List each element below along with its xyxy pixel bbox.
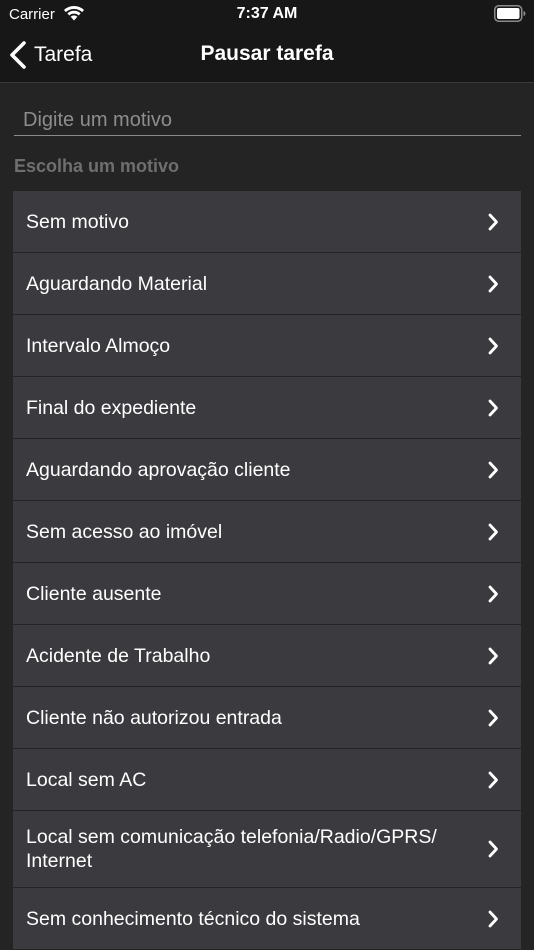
reason-input-container bbox=[14, 106, 521, 136]
list-item-label: Final do expediente bbox=[26, 396, 197, 419]
list-item[interactable]: Local sem comunicação telefonia/Radio/GP… bbox=[13, 811, 521, 887]
reason-input[interactable] bbox=[14, 106, 521, 135]
list-item[interactable]: Sem acesso ao imóvel bbox=[13, 501, 521, 562]
list-item-label: Cliente ausente bbox=[26, 582, 162, 605]
page-title: Pausar tarefa bbox=[200, 42, 334, 65]
chevron-right-icon bbox=[488, 213, 498, 230]
list-item-label: Sem motivo bbox=[26, 210, 129, 233]
list-item-label: Sem conhecimento técnico do sistema bbox=[26, 907, 360, 930]
chevron-right-icon bbox=[488, 910, 498, 927]
list-item-label: Aguardando aprovação cliente bbox=[26, 458, 291, 481]
chevron-right-icon bbox=[488, 647, 498, 664]
chevron-right-icon bbox=[488, 771, 498, 788]
list-item[interactable]: Acidente de Trabalho bbox=[13, 625, 521, 686]
list-item[interactable]: Local sem AC bbox=[13, 749, 521, 810]
reason-list: Sem motivo Aguardando Material Intervalo… bbox=[13, 191, 521, 950]
list-item[interactable]: Aguardando Material bbox=[13, 253, 521, 314]
list-item-label: Cliente não autorizou entrada bbox=[26, 706, 282, 729]
list-item[interactable]: Sem conhecimento técnico do sistema bbox=[13, 888, 521, 949]
section-header: Escolha um motivo bbox=[14, 156, 180, 176]
battery-icon bbox=[494, 5, 526, 22]
chevron-right-icon bbox=[488, 840, 498, 858]
list-item-label: Aguardando Material bbox=[26, 272, 208, 295]
status-bar: Carrier 7:37 AM bbox=[0, 0, 534, 28]
list-item-label: Local sem comunicação telefonia/Radio/GP… bbox=[26, 826, 437, 872]
list-item[interactable]: Cliente ausente bbox=[13, 563, 521, 624]
list-item[interactable]: Sem motivo bbox=[13, 191, 521, 252]
list-item[interactable]: Cliente não autorizou entrada bbox=[13, 687, 521, 748]
chevron-right-icon bbox=[488, 399, 498, 416]
chevron-right-icon bbox=[488, 275, 498, 292]
list-item-label: Sem acesso ao imóvel bbox=[26, 520, 223, 543]
status-time: 7:37 AM bbox=[236, 5, 298, 22]
list-item-label: Intervalo Almoço bbox=[26, 334, 171, 357]
chevron-right-icon bbox=[488, 585, 498, 602]
list-item[interactable]: Aguardando aprovação cliente bbox=[13, 439, 521, 500]
chevron-right-icon bbox=[488, 523, 498, 540]
list-item-label: Acidente de Trabalho bbox=[26, 644, 211, 667]
navigation-bar: Tarefa Pausar tarefa bbox=[0, 28, 534, 83]
chevron-right-icon bbox=[488, 709, 498, 726]
list-item[interactable]: Intervalo Almoço bbox=[13, 315, 521, 376]
chevron-right-icon bbox=[488, 337, 498, 354]
list-item[interactable]: Final do expediente bbox=[13, 377, 521, 438]
chevron-right-icon bbox=[488, 461, 498, 478]
list-item-label: Local sem AC bbox=[26, 768, 147, 791]
